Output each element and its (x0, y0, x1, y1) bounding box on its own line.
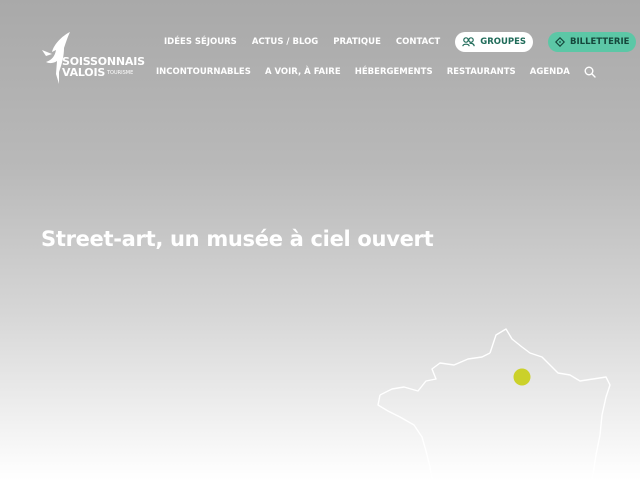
nav-agenda[interactable]: AGENDA (530, 67, 570, 77)
users-icon (462, 37, 476, 47)
nav-actus-blog[interactable]: ACTUS / BLOG (252, 37, 318, 47)
search-icon (584, 66, 596, 78)
nav-idees-sejours[interactable]: IDÉES SÉJOURS (164, 37, 237, 47)
france-map-icon (377, 328, 611, 480)
location-marker (513, 368, 531, 386)
billetterie-label: BILLETTERIE (570, 37, 630, 47)
nav-contact[interactable]: CONTACT (396, 37, 440, 47)
nav-hebergements[interactable]: HÉBERGEMENTS (355, 67, 433, 77)
search-button[interactable] (584, 66, 596, 78)
secondary-nav: IDÉES SÉJOURS ACTUS / BLOG PRATIQUE CONT… (164, 32, 640, 52)
hero-title: Street-art, un musée à ciel ouvert (41, 227, 434, 251)
billetterie-button[interactable]: BILLETTERIE (548, 32, 637, 52)
nav-pratique[interactable]: PRATIQUE (333, 37, 381, 47)
site-logo[interactable]: SOISSONNAIS VALOIS TOURISME (40, 30, 150, 86)
groupes-label: GROUPES (480, 37, 527, 47)
groupes-button[interactable]: GROUPES (455, 32, 534, 52)
nav-restaurants[interactable]: RESTAURANTS (447, 67, 516, 77)
nav-incontournables[interactable]: INCONTOURNABLES (156, 67, 251, 77)
logo-tagline: TOURISME (107, 70, 134, 76)
nav-a-voir-a-faire[interactable]: A VOIR, À FAIRE (265, 67, 341, 77)
main-nav: INCONTOURNABLES A VOIR, À FAIRE HÉBERGEM… (156, 62, 596, 82)
ticket-icon (555, 37, 566, 47)
